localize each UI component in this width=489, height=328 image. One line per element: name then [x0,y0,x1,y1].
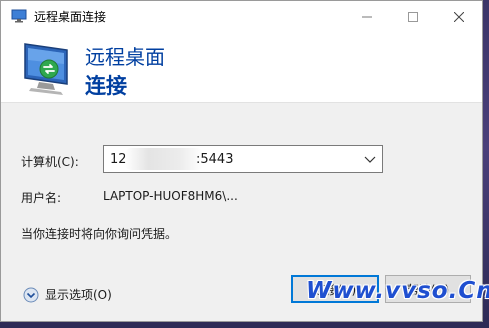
expand-options-icon[interactable] [23,287,39,303]
remote-desktop-monitor-icon [24,43,68,95]
credential-prompt-text: 当你连接时将向你询问凭据。 [21,227,178,241]
dialog-header: 远程桌面 连接 [1,32,482,103]
remote-desktop-app-icon [11,9,27,23]
minimize-button[interactable] [344,1,390,32]
show-options-label: 显示选项(O) [45,288,112,302]
title-bar[interactable]: 远程桌面连接 [1,1,482,32]
computer-value-suffix: :5443 [196,152,234,167]
username-value: LAPTOP-HUOF8HM6\... [103,189,238,203]
redacted-blur [125,148,203,170]
watermark-text: Www.vvso.Cn [306,278,489,304]
computer-label: 计算机(C): [21,155,79,169]
show-options-toggle[interactable]: 显示选项(O) [23,286,112,303]
header-title-line2: 连接 [85,74,127,98]
username-label: 用户名: [21,191,62,205]
remote-desktop-window: 远程桌面连接 远程桌面 连接 计算机(C): 12 :5443 用户名: LAP… [0,0,483,322]
close-button[interactable] [436,1,482,32]
chevron-down-icon[interactable] [364,154,376,164]
window-title: 远程桌面连接 [34,10,107,24]
maximize-button[interactable] [390,1,436,32]
maximize-icon [408,11,418,22]
computer-combobox[interactable]: 12 :5443 [103,145,383,173]
header-title-line1: 远程桌面 [85,45,165,69]
minimize-icon [362,16,372,17]
close-icon [454,11,464,22]
